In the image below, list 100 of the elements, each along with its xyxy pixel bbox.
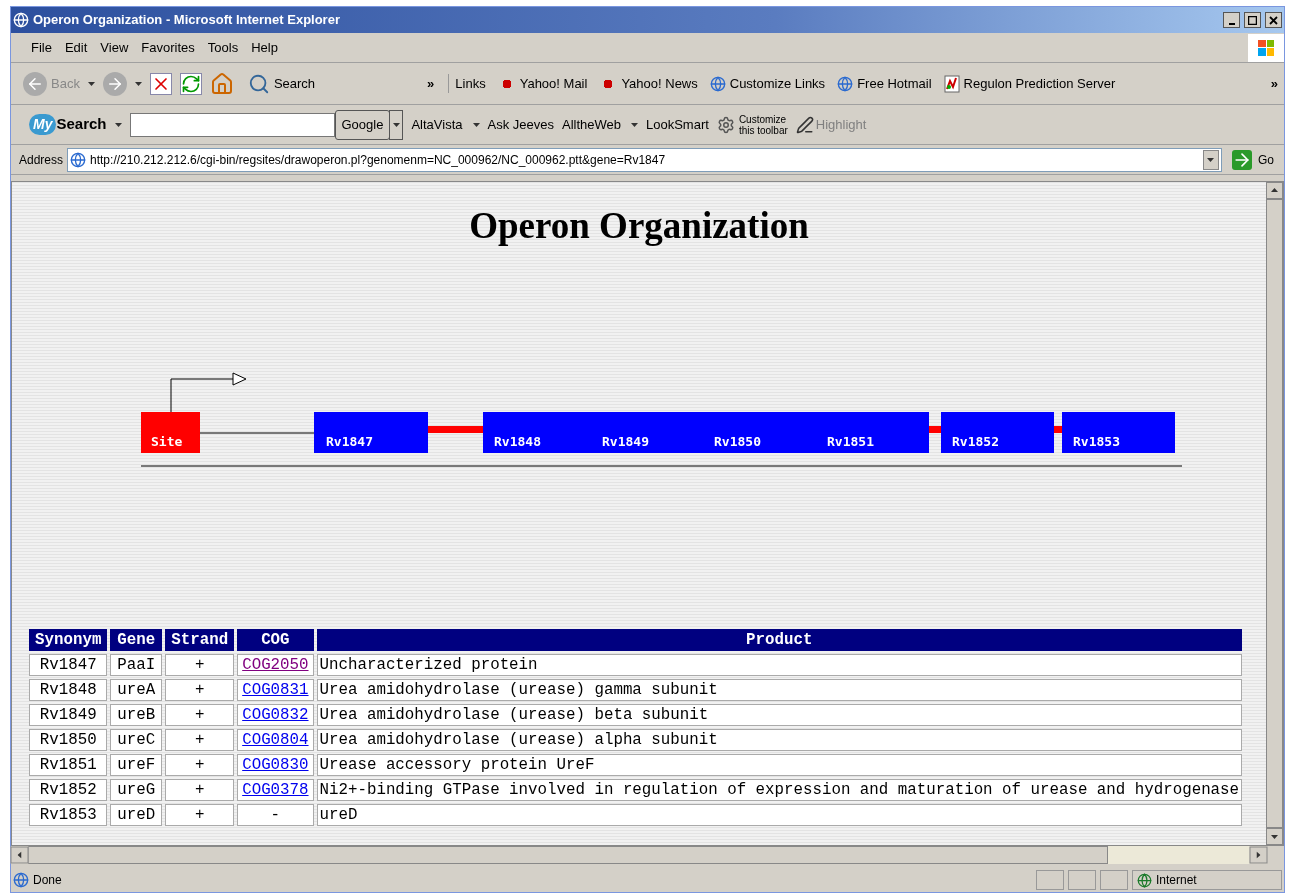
table-cell: + [165,729,235,751]
table-cell: ureA [110,679,163,701]
gene-label: Rv1847 [326,434,373,449]
address-field[interactable]: http://210.212.212.6/cgi-bin/regsites/drawoperon.pl?genomenm=NC_000962/NC_000962.ptt&gene=Rv1847 [67,147,1222,172]
mysearch-label: Search [56,114,107,135]
go-button[interactable]: Go [1232,149,1274,170]
table-cell: ureC [110,729,163,751]
toolbar-overflow-button[interactable]: » [427,73,435,94]
horizontal-scrollbar[interactable] [11,846,1267,864]
table-cell: ureD [316,804,1243,826]
link-button[interactable]: Regulon Prediction Server [943,73,1116,94]
search-field[interactable] [129,112,335,137]
table-cell: + [165,804,235,826]
menu-item[interactable]: File [31,37,52,58]
menu-item[interactable]: Tools [207,37,239,58]
site-label: Site [151,434,183,449]
menu-item[interactable]: Favorites [141,37,195,58]
search-engine-link[interactable]: Ask Jeeves [487,114,554,135]
caret-icon [631,122,638,127]
status-pane [1068,870,1096,890]
gear-icon [716,115,735,134]
search-icon [247,72,270,95]
table-cell: Rv1848 [29,679,108,701]
maximize-icon [1248,15,1257,25]
dropdown-button[interactable] [1203,149,1219,170]
table-cell: ureD [110,804,163,826]
caret-icon [392,122,400,127]
engine-dropdown-button[interactable] [389,109,404,140]
gene-label: Rv1849 [602,434,649,449]
link-button[interactable]: Free Hotmail [837,73,932,94]
caret-icon [1207,157,1215,162]
vertical-scrollbar[interactable] [1266,182,1283,845]
table-cell: Urea amidohydrolase (urease) beta subunit [316,704,1243,726]
gene-label: Rv1850 [714,434,761,449]
caret-icon [134,81,142,86]
status-pane [1100,870,1128,890]
table-cell: ureB [110,704,163,726]
maximize-button[interactable] [1244,12,1261,28]
caret-icon [87,81,95,86]
column-header: Synonym [29,629,108,651]
menu-item[interactable]: View [100,37,129,58]
column-header: Gene [110,629,163,651]
table-cell: PaaI [110,654,163,676]
close-button[interactable] [1265,12,1282,28]
scroll-down-icon [1271,834,1278,839]
minimize-button[interactable] [1223,12,1240,28]
caret-icon [114,122,122,127]
zone-text: Internet [1156,872,1197,889]
search-engine-link[interactable]: LookSmart [646,114,709,135]
globe-icon [1137,872,1152,888]
table-cell: + [165,679,235,701]
table-cell: ureG [110,779,163,801]
table-cell: Urease accessory protein UreF [316,754,1243,776]
caret-icon [472,122,480,127]
table-cell-text: - [270,806,281,824]
table-cell: + [165,704,235,726]
gene-label: Rv1848 [494,434,541,449]
gene-label: Rv1851 [827,434,874,449]
table-cell: Rv1847 [29,654,108,676]
gene-label: Rv1852 [952,434,999,449]
column-header: Product [316,629,1243,651]
table-cell: + [165,779,235,801]
links-label: Links [448,73,486,94]
window-title: Operon Organization - Microsoft Internet Explorer [33,11,341,30]
table-cell: + [165,654,235,676]
pen-icon [795,115,814,134]
link-button[interactable]: Customize Links [709,73,826,94]
menu-item[interactable]: Edit [64,37,88,58]
stop-icon[interactable] [149,72,172,95]
close-icon [1269,15,1278,25]
table-cell: Urea amidohydrolase (urease) gamma subunit [316,679,1243,701]
table-cell: Ni2+-binding GTPase involved in regulation of expression and maturation of urease and hydrogenase [316,779,1243,801]
table-cell: Rv1850 [29,729,108,751]
column-header: Strand [165,629,235,651]
menu-item[interactable]: Help [251,37,278,58]
table-cell: Rv1851 [29,754,108,776]
scroll-left-icon [17,851,22,859]
customize-toolbar-link[interactable]: Customize this toolbar [738,113,788,136]
search-engine-link[interactable]: AltaVista [411,114,463,135]
status-pane [1036,870,1064,890]
refresh-icon[interactable] [179,72,202,95]
column-header: COG [237,629,314,651]
page-title: Operon Organization [468,206,810,246]
home-icon[interactable] [209,71,234,96]
table-cell: Urea amidohydrolase (urease) alpha subunit [316,729,1243,751]
table-cell: Uncharacterized protein [316,654,1243,676]
chart-page-icon [943,74,960,93]
table-cell: + [165,754,235,776]
links-overflow-button[interactable]: » [1270,73,1278,94]
windows-logo-icon [1248,33,1284,62]
link-button[interactable]: Yahoo! Mail [497,73,588,94]
link-button[interactable]: Yahoo! News [599,73,698,94]
minimize-icon [1228,22,1235,25]
table-cell: Rv1849 [29,704,108,726]
search-engine-link[interactable]: AlltheWeb [562,114,621,135]
scroll-right-icon [1256,851,1261,859]
table-cell: Rv1852 [29,779,108,801]
mysearch-logo-icon: My [29,114,57,135]
table-cell: ureF [110,754,163,776]
search-button[interactable]: Search [247,72,316,95]
